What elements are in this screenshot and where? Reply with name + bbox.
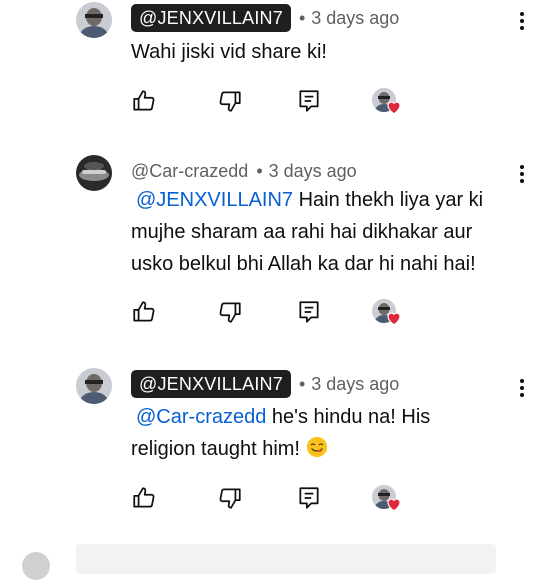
comment-text: Wahi jiski vid share ki!: [131, 36, 531, 68]
like-icon[interactable]: [131, 299, 157, 325]
creator-heart-icon: [387, 498, 401, 512]
meta-separator: •: [256, 160, 263, 181]
reply-icon[interactable]: [296, 299, 322, 325]
meta-separator: •: [298, 7, 306, 28]
comment-body: Wahi jiski vid share ki!: [131, 41, 327, 63]
more-options-icon[interactable]: [512, 160, 532, 188]
more-options-icon[interactable]: [512, 374, 532, 402]
creator-heart: [372, 485, 404, 515]
reply-input[interactable]: [76, 544, 496, 574]
comment-timestamp: 3 days ago: [311, 373, 400, 394]
reply-icon[interactable]: [296, 485, 322, 511]
comment-text: @Car-crazedd he's hindu na! His religion…: [131, 401, 471, 465]
reply-mention[interactable]: @JENXVILLAIN7: [136, 189, 293, 211]
face-savoring-food-icon: [306, 436, 327, 458]
user-avatar: [22, 552, 50, 580]
creator-heart: [372, 299, 404, 329]
dislike-icon[interactable]: [217, 299, 243, 325]
dislike-icon[interactable]: [217, 88, 243, 114]
commenter-handle[interactable]: @Car-crazedd: [131, 160, 248, 182]
meta-separator: •: [298, 373, 306, 394]
commenter-handle[interactable]: @JENXVILLAIN7: [131, 4, 291, 32]
like-icon[interactable]: [131, 88, 157, 114]
dislike-icon[interactable]: [217, 485, 243, 511]
reply-icon[interactable]: [296, 88, 322, 114]
like-icon[interactable]: [131, 485, 157, 511]
comment-timestamp: 3 days ago: [311, 7, 400, 28]
reply-mention[interactable]: @Car-crazedd: [136, 406, 266, 428]
commenter-handle[interactable]: @JENXVILLAIN7: [131, 370, 291, 398]
more-options-icon[interactable]: [512, 7, 532, 35]
commenter-avatar[interactable]: [76, 155, 112, 191]
comment-text: @JENXVILLAIN7 Hain thekh liya yar ki muj…: [131, 184, 511, 280]
comment-timestamp: 3 days ago: [268, 160, 357, 181]
creator-heart: [372, 88, 404, 118]
creator-heart-icon: [387, 101, 401, 115]
creator-heart-icon: [387, 312, 401, 326]
commenter-avatar[interactable]: [76, 2, 112, 38]
commenter-avatar[interactable]: [76, 368, 112, 404]
